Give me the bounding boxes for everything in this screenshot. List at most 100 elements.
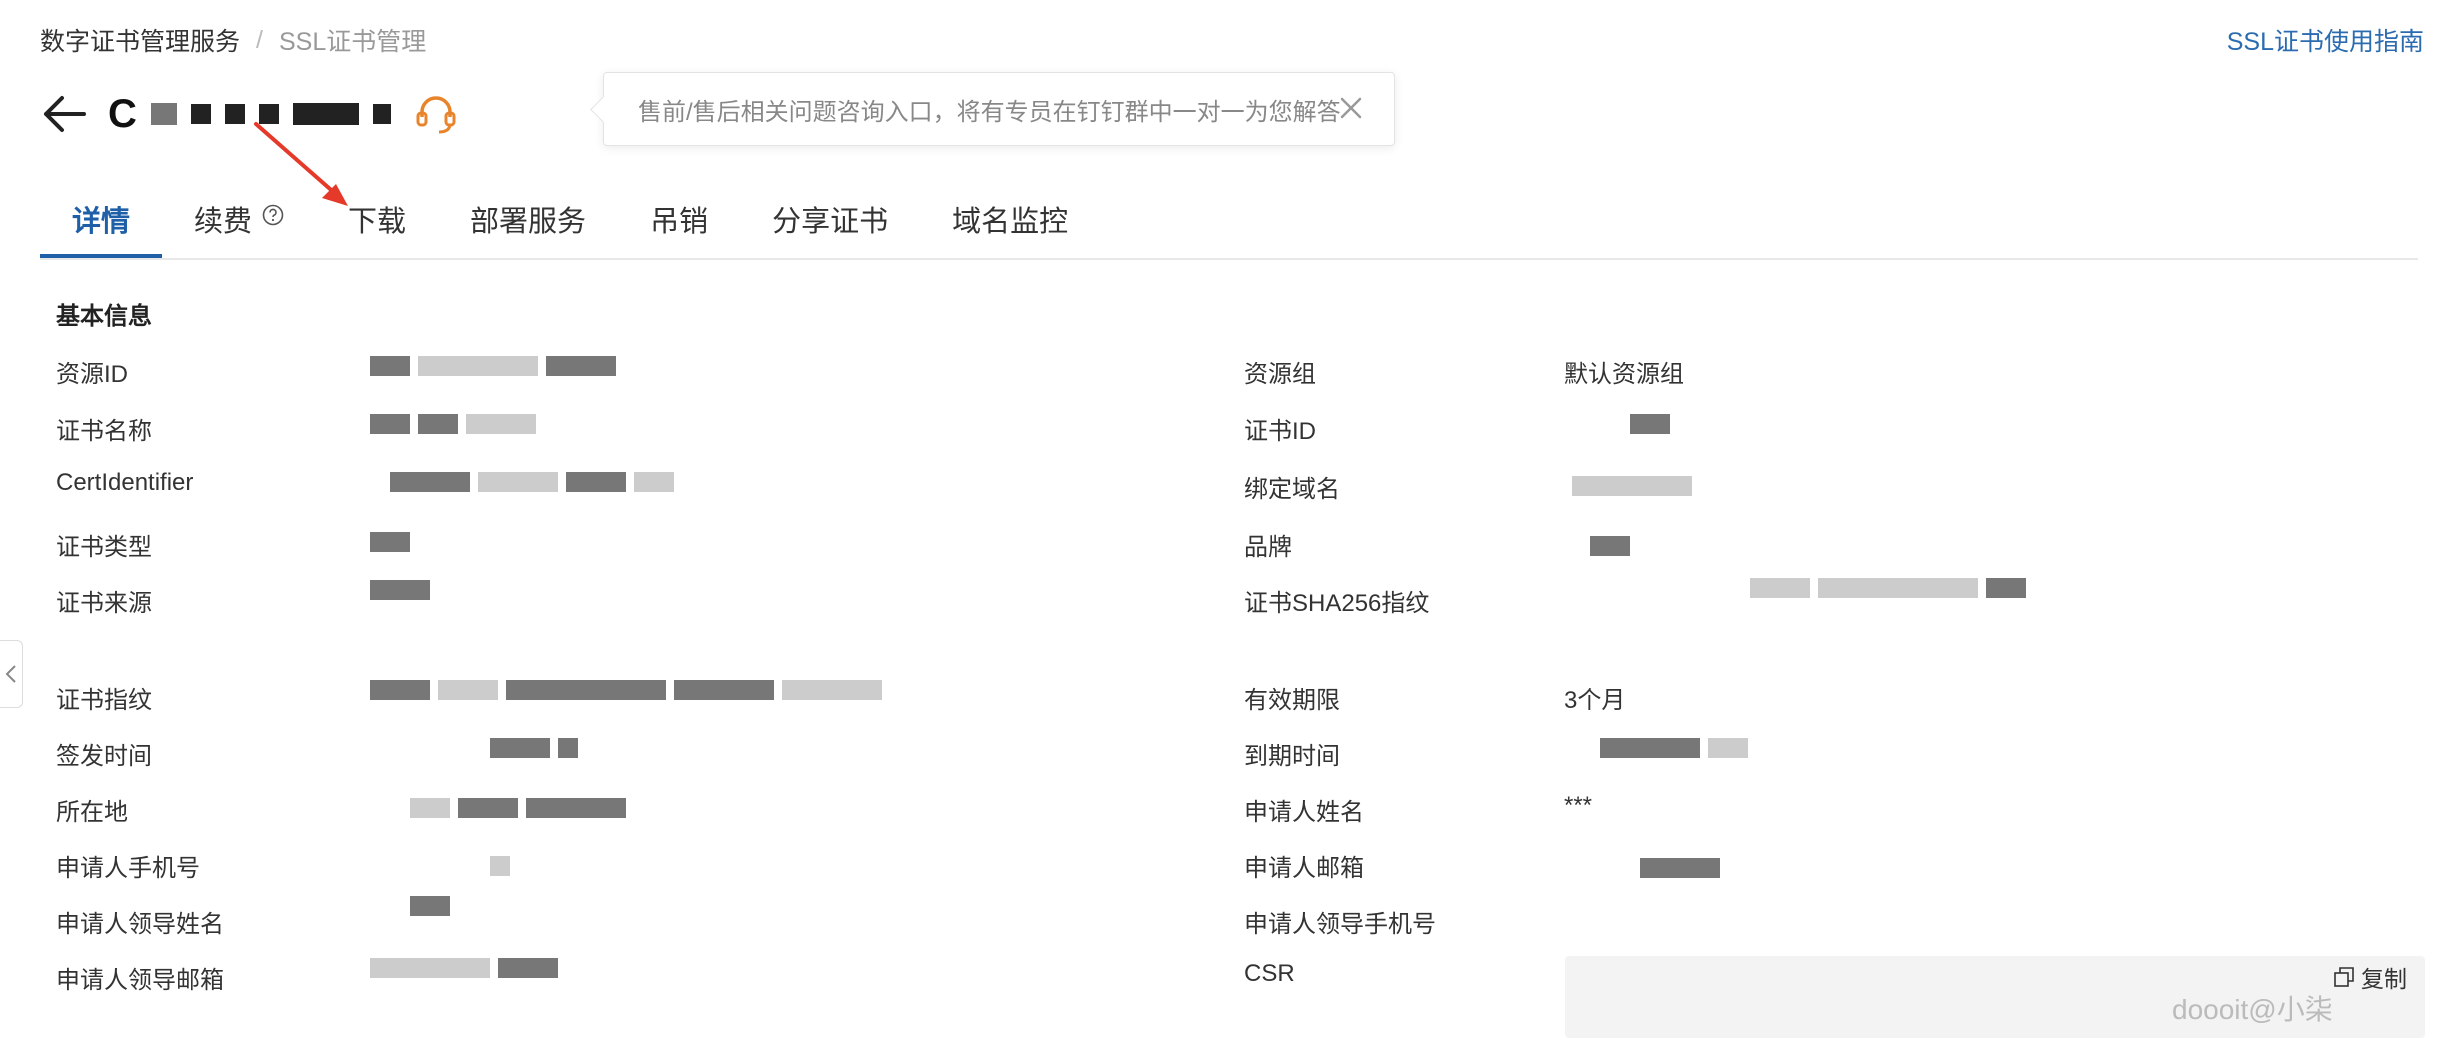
breadcrumb-root[interactable]: 数字证书管理服务	[40, 22, 240, 58]
tab-revoke[interactable]: 吊销	[618, 180, 740, 256]
tab-label: 下载	[348, 206, 407, 238]
redacted-value	[506, 680, 666, 700]
field-label-leader-email: 申请人领导邮箱	[56, 967, 224, 994]
field-label-applicant-email: 申请人邮箱	[1244, 855, 1364, 882]
help-circle-icon[interactable]	[262, 204, 284, 226]
field-label-cert-fingerprint: 证书指纹	[56, 687, 152, 714]
redacted-value	[458, 798, 518, 818]
watermark: doooit@小柒	[2172, 994, 2333, 1025]
redacted-value	[418, 356, 538, 376]
redacted-value	[418, 414, 458, 434]
field-value-bound-domain	[1572, 476, 1692, 496]
copy-label: 复制	[2361, 966, 2407, 992]
redacted-value	[566, 472, 626, 492]
field-label-resource-id: 资源ID	[56, 361, 128, 388]
ssl-guide-link[interactable]: SSL证书使用指南	[2227, 22, 2424, 58]
redacted-value	[410, 896, 450, 916]
redacted-value	[498, 958, 558, 978]
customer-support-icon[interactable]	[413, 91, 459, 137]
redacted-value	[1750, 578, 1810, 598]
redacted-value	[1640, 858, 1720, 878]
field-value-issue-time	[490, 738, 578, 758]
close-icon[interactable]	[1338, 95, 1364, 121]
field-label-resource-group: 资源组	[1244, 361, 1316, 388]
sidebar-collapse-handle[interactable]	[0, 640, 23, 708]
field-label-cert-type: 证书类型	[56, 534, 152, 561]
field-label-issue-time: 签发时间	[56, 743, 152, 770]
redacted-value	[370, 680, 430, 700]
tab-label: 吊销	[650, 206, 709, 238]
redacted-value	[438, 680, 498, 700]
field-label-cert-source: 证书来源	[56, 590, 152, 617]
field-value-applicant-name: ***	[1564, 792, 1593, 819]
redacted-value	[546, 356, 616, 376]
back-arrow-icon[interactable]	[40, 90, 88, 138]
field-value-resource-group: 默认资源组	[1564, 361, 1684, 388]
field-value-applicant-email	[1640, 858, 1720, 878]
field-label-applicant-phone: 申请人手机号	[56, 855, 200, 882]
redacted-value	[390, 472, 470, 492]
field-label-csr: CSR	[1244, 960, 1295, 987]
tab-download[interactable]: 下载	[316, 180, 438, 256]
field-value-applicant-phone	[490, 856, 510, 876]
breadcrumb-separator: /	[256, 25, 263, 54]
tab-domain-monitor[interactable]: 域名监控	[920, 180, 1100, 256]
section-title-basic-info: 基本信息	[56, 303, 152, 330]
redacted-value	[370, 356, 410, 376]
field-value-location	[410, 798, 626, 818]
field-value-cert-sha256	[1750, 578, 2026, 598]
certificate-title-prefix: C	[108, 91, 137, 136]
tab-deploy-service[interactable]: 部署服务	[438, 180, 618, 256]
consultation-tooltip: 售前/售后相关问题咨询入口，将有专员在钉钉群中一对一为您解答	[603, 72, 1395, 146]
tooltip-text: 售前/售后相关问题咨询入口，将有专员在钉钉群中一对一为您解答	[638, 98, 1341, 126]
field-label-cert-identifier: CertIdentifier	[56, 469, 194, 496]
redacted-value	[1572, 476, 1692, 496]
redacted-value	[370, 580, 430, 600]
tab-share-certificate[interactable]: 分享证书	[740, 180, 920, 256]
breadcrumb-current[interactable]: SSL证书管理	[279, 22, 426, 58]
breadcrumb: 数字证书管理服务 / SSL证书管理	[40, 22, 426, 58]
field-label-brand: 品牌	[1244, 534, 1292, 561]
tab-renew[interactable]: 续费	[162, 180, 316, 256]
redacted-value	[478, 472, 558, 492]
field-label-cert-name: 证书名称	[56, 418, 152, 445]
field-value-cert-id	[1630, 414, 1670, 434]
field-label-cert-id: 证书ID	[1244, 418, 1316, 445]
field-value-leader-email	[370, 958, 558, 978]
tab-label: 续费	[194, 206, 253, 238]
redacted-title-part	[224, 104, 245, 124]
field-value-expiry	[1600, 738, 1748, 758]
redacted-value	[526, 798, 626, 818]
field-label-applicant-name: 申请人姓名	[1244, 799, 1364, 826]
tab-label: 域名监控	[952, 206, 1069, 238]
tab-bar: 详情 续费 下载 部署服务 吊销 分享证书 域名监控	[40, 180, 2418, 260]
field-value-cert-identifier	[390, 472, 674, 492]
redacted-value	[1630, 414, 1670, 434]
field-value-cert-source	[370, 580, 430, 600]
redacted-value	[490, 856, 510, 876]
redacted-value	[558, 738, 578, 758]
tab-label: 详情	[72, 206, 131, 238]
redacted-title-part	[150, 103, 177, 125]
field-label-validity: 有效期限	[1244, 687, 1340, 714]
field-label-location: 所在地	[56, 799, 128, 826]
tab-label: 分享证书	[772, 206, 889, 238]
tab-label: 部署服务	[470, 206, 587, 238]
redacted-value	[370, 532, 410, 552]
redacted-value	[1818, 578, 1978, 598]
redacted-value	[466, 414, 536, 434]
field-value-cert-fingerprint	[370, 680, 882, 700]
field-label-cert-sha256: 证书SHA256指纹	[1244, 590, 1430, 617]
redacted-value	[1708, 738, 1748, 758]
field-label-expiry: 到期时间	[1244, 743, 1340, 770]
field-label-leader-phone: 申请人领导手机号	[1244, 911, 1436, 938]
chevron-left-icon	[5, 665, 16, 683]
field-value-leader-name	[410, 896, 450, 916]
copy-icon	[2334, 967, 2354, 987]
redacted-value	[674, 680, 774, 700]
copy-button[interactable]: 复制	[2333, 960, 2407, 994]
redacted-value	[370, 958, 490, 978]
field-label-bound-domain: 绑定域名	[1244, 476, 1340, 503]
redacted-value	[1590, 536, 1630, 556]
tab-details[interactable]: 详情	[40, 180, 163, 258]
